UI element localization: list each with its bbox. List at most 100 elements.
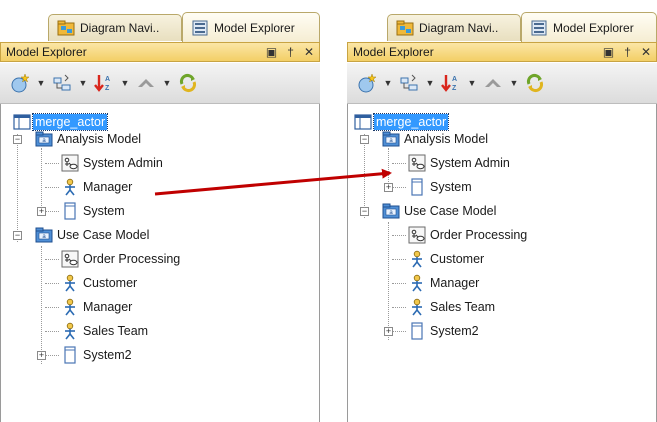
refresh-button[interactable] [523,71,547,95]
tab-model-explorer[interactable]: Model Explorer [182,12,320,42]
pin-icon[interactable]: † [624,45,631,59]
model-folder-icon [35,130,53,148]
model-folder-icon [35,226,53,244]
tree-node-label: Manager [83,180,133,194]
tree-node-manager-source[interactable]: Manager [61,177,134,197]
tab-diagram-navigator[interactable]: Diagram Navi.. [48,14,182,41]
refresh-button[interactable] [176,71,200,95]
svg-text:A: A [452,76,457,83]
tree-node-order-processing[interactable]: Order Processing [61,249,182,269]
sort-button[interactable]: A Z [439,71,463,95]
up-level-icon [138,79,154,87]
tab-model-explorer[interactable]: Model Explorer [521,12,657,42]
tree-node-manager[interactable]: Manager [61,297,134,317]
tree-node-customer[interactable]: Customer [408,249,486,269]
explorer-toolbar: ▼ ▼ A Z ▼ ▼ [347,63,657,104]
tree-view-icon [53,74,71,91]
expand-toggle-icon[interactable]: + [37,207,46,216]
up-level-button[interactable] [134,71,158,95]
actor-icon [61,178,79,196]
up-level-icon [485,79,501,87]
expand-toggle-icon[interactable]: + [384,183,393,192]
up-level-button[interactable] [481,71,505,95]
tree-node-system-admin[interactable]: System Admin [61,153,165,173]
expand-toggle-icon[interactable]: + [384,327,393,336]
use-case-diagram-icon [61,250,79,268]
tree-node-sales-team[interactable]: Sales Team [61,321,150,341]
collapse-toggle-icon[interactable]: − [360,135,369,144]
tree-node-label: Analysis Model [57,132,142,146]
diagram-navigator-icon [396,20,414,36]
close-icon[interactable]: ✕ [304,45,314,59]
sort-dropdown-icon[interactable]: ▼ [120,78,130,88]
tab-label: Model Explorer [553,20,634,35]
restore-icon[interactable]: ▣ [266,45,277,59]
restore-icon[interactable]: ▣ [603,45,614,59]
tree-node-system2[interactable]: System2 [408,321,481,341]
panel-titlebar: Model Explorer ▣ † ✕ [347,42,657,62]
collapse-toggle-icon[interactable]: − [360,207,369,216]
tree-view-button[interactable] [50,71,74,95]
sort-icon: A Z [441,75,457,92]
panel-title: Model Explorer [353,45,434,59]
tab-diagram-navigator[interactable]: Diagram Navi.. [387,14,521,41]
tab-label: Diagram Navi.. [80,21,160,35]
tree-view-button[interactable] [397,71,421,95]
refresh-icon [179,73,197,93]
model-explorer-icon [192,20,208,35]
tree-node-label: System [83,204,125,218]
sort-dropdown-icon[interactable]: ▼ [467,78,477,88]
tree-node-label: System [430,180,472,194]
pin-icon[interactable]: † [287,45,294,59]
model-tree: merge_actor − Analysis Model System Admi… [347,104,657,422]
sort-button[interactable]: A Z [92,71,116,95]
tree-node-analysis-model[interactable]: Analysis Model [382,129,490,149]
svg-text:Z: Z [452,85,457,92]
new-model-button[interactable] [8,71,32,95]
project-icon [354,113,372,131]
tree-node-analysis-model[interactable]: Analysis Model [35,129,143,149]
collapse-toggle-icon[interactable]: − [13,135,22,144]
tree-node-sales-team[interactable]: Sales Team [408,297,497,317]
sort-icon: A Z [94,75,110,92]
tree-node-manager[interactable]: Manager [408,273,481,293]
tree-node-use-case-model[interactable]: Use Case Model [35,225,151,245]
tree-node-use-case-model[interactable]: Use Case Model [382,201,498,221]
tree-node-system-admin[interactable]: System Admin [408,153,512,173]
tree-view-dropdown-icon[interactable]: ▼ [78,78,88,88]
tree-node-label: System Admin [430,156,510,170]
tree-node-label: Manager [83,300,133,314]
model-tree: merge_actor − Analysis Model System Admi… [0,104,320,422]
tab-strip: Diagram Navi.. Model Explorer [0,10,320,42]
tree-view-icon [400,74,418,91]
model-folder-icon [382,130,400,148]
tree-node-customer[interactable]: Customer [61,273,139,293]
actor-icon [61,274,79,292]
svg-text:A: A [105,76,110,83]
collapse-toggle-icon[interactable]: − [13,231,22,240]
actor-icon [61,298,79,316]
tree-node-label: Order Processing [430,228,528,242]
close-icon[interactable]: ✕ [641,45,651,59]
tree-node-label: Analysis Model [404,132,489,146]
tree-view-dropdown-icon[interactable]: ▼ [425,78,435,88]
actor-icon [61,322,79,340]
tab-label: Model Explorer [214,20,295,35]
model-explorer-panel-left: Diagram Navi.. Model Explorer Model Expl… [0,10,320,422]
tree-node-system[interactable]: System [408,177,474,197]
new-model-button[interactable] [355,71,379,95]
system-icon [408,178,426,196]
tree-node-label: merge_actor [372,113,450,131]
system-icon [61,346,79,364]
new-model-icon [11,73,30,93]
expand-toggle-icon[interactable]: + [37,351,46,360]
tree-node-order-processing[interactable]: Order Processing [408,225,529,245]
panel-titlebar: Model Explorer ▣ † ✕ [0,42,320,62]
tree-node-system2[interactable]: System2 [61,345,134,365]
svg-text:Z: Z [105,85,110,92]
up-level-dropdown-icon[interactable]: ▼ [162,78,172,88]
new-model-dropdown-icon[interactable]: ▼ [383,78,393,88]
tree-node-system[interactable]: System [61,201,127,221]
up-level-dropdown-icon[interactable]: ▼ [509,78,519,88]
new-model-dropdown-icon[interactable]: ▼ [36,78,46,88]
